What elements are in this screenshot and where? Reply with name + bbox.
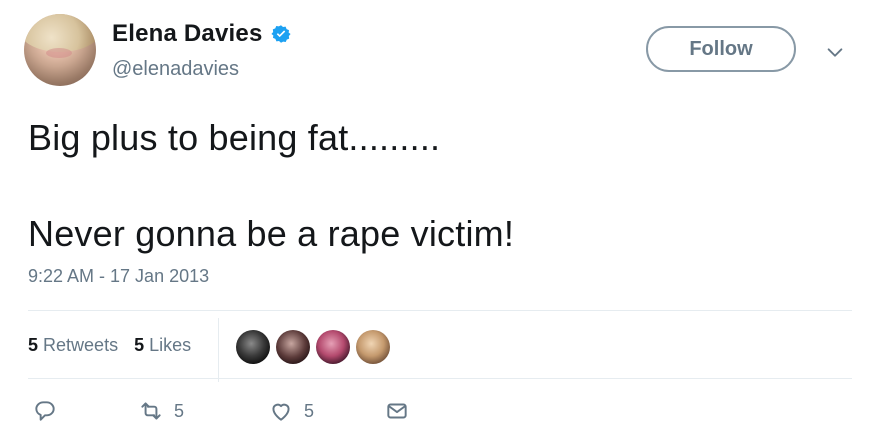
direct-message-icon — [387, 403, 407, 419]
like-button[interactable]: 5 — [268, 398, 314, 424]
handle[interactable]: @elenadavies — [112, 58, 239, 81]
stats-separator — [218, 318, 219, 382]
retweets-count: 5 — [28, 334, 39, 355]
like-count: 5 — [304, 400, 315, 421]
likes-stat[interactable]: 5 Likes — [134, 335, 191, 356]
name-row: Elena Davies — [112, 20, 291, 48]
tweet-line: Never gonna be a rape victim! — [28, 213, 515, 254]
tweet-line: Big plus to being fat......... — [28, 117, 441, 158]
likes-count: 5 — [134, 334, 145, 355]
tweet-actions: 5 5 — [32, 398, 852, 430]
retweets-stat[interactable]: 5 Retweets — [28, 335, 118, 356]
engagement-stats: 5 Retweets 5 Likes — [28, 330, 207, 360]
liker-avatar[interactable] — [356, 330, 390, 364]
retweet-count: 5 — [174, 400, 185, 421]
liker-avatar[interactable] — [316, 330, 350, 364]
verified-badge-icon — [270, 24, 291, 44]
liker-avatar[interactable] — [276, 330, 310, 364]
tweet-line-spacer — [28, 162, 848, 210]
liker-avatar[interactable] — [236, 330, 270, 364]
retweet-button[interactable]: 5 — [138, 398, 184, 424]
retweets-label: Retweets — [43, 334, 119, 355]
timestamp[interactable]: 9:22 AM - 17 Jan 2013 — [28, 266, 209, 287]
reply-button[interactable] — [32, 398, 58, 424]
chevron-down-icon[interactable] — [824, 42, 846, 64]
direct-message-button[interactable] — [384, 398, 410, 424]
like-icon — [272, 403, 290, 421]
divider — [28, 310, 852, 311]
retweet-icon — [141, 402, 161, 420]
tweet-header: Elena Davies @elenadavies Follow — [24, 14, 860, 86]
avatar[interactable] — [24, 14, 96, 86]
likes-label: Likes — [149, 334, 192, 355]
liker-avatars — [236, 330, 390, 364]
follow-button[interactable]: Follow — [646, 26, 796, 72]
tweet-text: Big plus to being fat......... Never gon… — [28, 114, 848, 258]
display-name[interactable]: Elena Davies — [112, 20, 263, 48]
divider — [28, 378, 852, 379]
reply-icon — [35, 401, 55, 421]
